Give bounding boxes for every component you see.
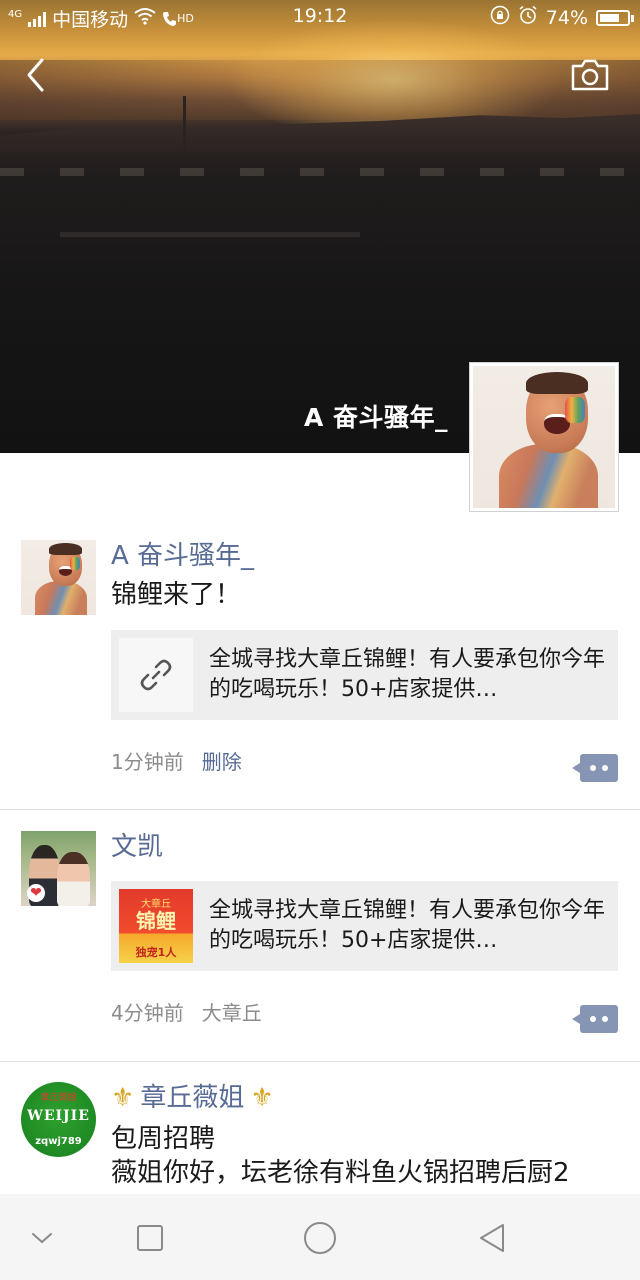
shared-link-card[interactable]: 全城寻找大章丘锦鲤！有人要承包你今年的吃喝玩乐！50+店家提供… xyxy=(111,630,618,720)
triangle-back-icon xyxy=(480,1224,504,1252)
link-icon xyxy=(140,659,172,691)
link-thumbnail: 大章丘 锦鲤 独宠1人 xyxy=(119,889,193,963)
post-text-line1: 包周招聘 xyxy=(111,1124,216,1154)
post-location[interactable]: 大章丘 xyxy=(202,997,262,1026)
chevron-left-icon xyxy=(27,58,44,92)
post-author-row[interactable]: ⚜ 章丘薇姐 ⚜ xyxy=(111,1082,618,1114)
link-thumbnail xyxy=(119,638,193,712)
post-time: 1分钟前 xyxy=(111,750,184,774)
status-bar: 4G 中国移动 HD 19:12 74% xyxy=(0,0,640,34)
camera-button[interactable] xyxy=(570,57,610,93)
avatar-image xyxy=(21,540,96,615)
post-avatar[interactable]: ❤ xyxy=(21,831,96,906)
moment-post: ❤ 文凯 大章丘 锦鲤 独宠1人 全城寻找大章丘锦鲤！有人要承包你今年的吃喝玩乐… xyxy=(0,831,640,1061)
post-author[interactable]: A 奋斗骚年_ xyxy=(111,540,618,572)
status-right: 74% xyxy=(490,5,634,30)
koi-poster-image: 大章丘 锦鲤 独宠1人 xyxy=(119,889,193,963)
battery-fill xyxy=(600,13,619,22)
post-meta: 1分钟前 删除 xyxy=(111,746,618,775)
thumb-mid-text: 锦鲤 xyxy=(136,909,176,933)
post-author: 章丘薇姐 xyxy=(140,1083,245,1113)
nav-recents-button[interactable] xyxy=(128,1216,172,1260)
light-pole xyxy=(183,96,186,154)
post-text-line2: 薇姐你好，坛老徐有料鱼火锅招聘后厨2 xyxy=(111,1158,570,1188)
divider xyxy=(0,1061,640,1062)
avatar-image: 章丘薇姐 WEIJIE zqwj789 xyxy=(21,1082,96,1157)
post-body: 文凯 大章丘 锦鲤 独宠1人 全城寻找大章丘锦鲤！有人要承包你今年的吃喝玩乐！5… xyxy=(111,831,618,1026)
moment-post: A 奋斗骚年_ 锦鲤来了！ 全城寻找大章丘锦鲤！有人要承包你今年的吃喝玩乐！50… xyxy=(0,540,640,810)
circle-icon xyxy=(304,1222,336,1254)
back-button[interactable] xyxy=(20,55,56,95)
post-time: 4分钟前 xyxy=(111,1001,184,1025)
shared-link-card[interactable]: 大章丘 锦鲤 独宠1人 全城寻找大章丘锦鲤！有人要承包你今年的吃喝玩乐！50+店… xyxy=(111,881,618,971)
divider xyxy=(0,809,640,810)
link-title: 全城寻找大章丘锦鲤！有人要承包你今年的吃喝玩乐！50+店家提供… xyxy=(209,647,606,702)
avatar-bottom-text: zqwj789 xyxy=(35,1136,82,1147)
avatar-mid-text: WEIJIE xyxy=(27,1108,90,1124)
delete-link[interactable]: 删除 xyxy=(202,746,242,775)
comment-dots-icon xyxy=(590,765,596,771)
thumb-bottom-text: 独宠1人 xyxy=(135,946,177,959)
avatar-top-text: 章丘薇姐 xyxy=(40,1093,77,1103)
ground-markings-2 xyxy=(60,232,360,237)
post-body: A 奋斗骚年_ 锦鲤来了！ 全城寻找大章丘锦鲤！有人要承包你今年的吃喝玩乐！50… xyxy=(111,540,618,775)
post-meta: 4分钟前 大章丘 xyxy=(111,997,618,1026)
ground-markings xyxy=(0,168,640,176)
nav-hide-button[interactable] xyxy=(20,1216,64,1260)
system-nav-bar xyxy=(0,1194,640,1280)
crown-icon: ⚜ xyxy=(111,1083,135,1113)
comment-button[interactable] xyxy=(572,1005,618,1033)
post-author[interactable]: 文凯 xyxy=(111,831,618,863)
square-icon xyxy=(137,1225,163,1251)
comment-dots-icon xyxy=(590,1016,596,1022)
nav-back-button[interactable] xyxy=(470,1216,514,1260)
post-text: 锦鲤来了！ xyxy=(111,580,242,610)
post-avatar[interactable] xyxy=(21,540,96,615)
battery-percent: 74% xyxy=(545,6,588,29)
chevron-down-icon xyxy=(32,1233,52,1244)
alarm-icon xyxy=(518,5,538,30)
post-avatar[interactable]: 章丘薇姐 WEIJIE zqwj789 xyxy=(21,1082,96,1157)
profile-avatar-image xyxy=(473,366,615,508)
battery-icon xyxy=(596,9,634,26)
post-body: ⚜ 章丘薇姐 ⚜ 包周招聘 薇姐你好，坛老徐有料鱼火锅招聘后厨2 xyxy=(111,1082,618,1190)
profile-name: A 奋斗骚年_ xyxy=(303,403,448,432)
cloud-band xyxy=(0,60,640,120)
link-title: 全城寻找大章丘锦鲤！有人要承包你今年的吃喝玩乐！50+店家提供… xyxy=(209,898,606,953)
avatar-image: ❤ xyxy=(21,831,96,906)
crown-icon: ⚜ xyxy=(250,1083,274,1113)
comment-button[interactable] xyxy=(572,754,618,782)
camera-icon xyxy=(571,59,609,91)
profile-avatar[interactable] xyxy=(469,362,619,512)
moment-post: 章丘薇姐 WEIJIE zqwj789 ⚜ 章丘薇姐 ⚜ 包周招聘 薇姐你好，坛… xyxy=(0,1082,640,1194)
nav-home-button[interactable] xyxy=(298,1216,342,1260)
rotation-lock-icon xyxy=(490,5,510,30)
